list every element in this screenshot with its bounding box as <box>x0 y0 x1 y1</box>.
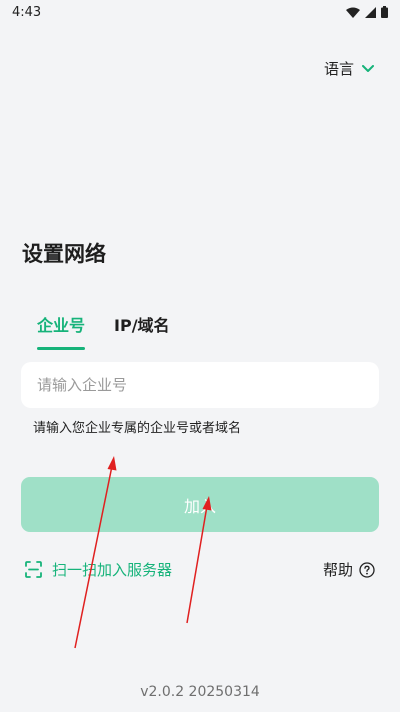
help-link[interactable]: 帮助 <box>323 559 375 580</box>
status-icons <box>346 6 388 18</box>
annotation-overlay <box>74 456 212 649</box>
question-circle-icon <box>359 561 375 578</box>
language-selector[interactable]: 语言 <box>324 58 374 79</box>
status-time: 4:43 <box>12 4 42 20</box>
tab-ip-domain[interactable]: IP/域名 <box>114 312 170 350</box>
tab-bar: 企业号 IP/域名 <box>37 312 170 350</box>
annotation-arrowhead <box>107 456 117 471</box>
tab-enterprise-number[interactable]: 企业号 <box>37 312 86 350</box>
join-button[interactable]: 加入 <box>21 477 379 532</box>
page-title: 设置网络 <box>22 242 106 266</box>
scan-label: 扫一扫加入服务器 <box>52 561 173 579</box>
status-bar: 4:43 <box>0 0 400 24</box>
help-label: 帮助 <box>322 561 353 579</box>
enterprise-number-input[interactable] <box>35 375 379 395</box>
language-label: 语言 <box>323 60 354 78</box>
signal-icon <box>365 6 376 18</box>
enterprise-number-field[interactable] <box>21 362 379 408</box>
input-hint: 请输入您企业专属的企业号或者域名 <box>33 421 242 436</box>
battery-icon <box>381 6 388 18</box>
scan-icon <box>25 561 42 578</box>
chevron-down-icon <box>362 64 374 72</box>
version-label: v2.0.2 20250314 <box>140 684 260 700</box>
wifi-icon <box>346 7 360 18</box>
scan-to-join-link[interactable]: 扫一扫加入服务器 <box>25 559 172 580</box>
